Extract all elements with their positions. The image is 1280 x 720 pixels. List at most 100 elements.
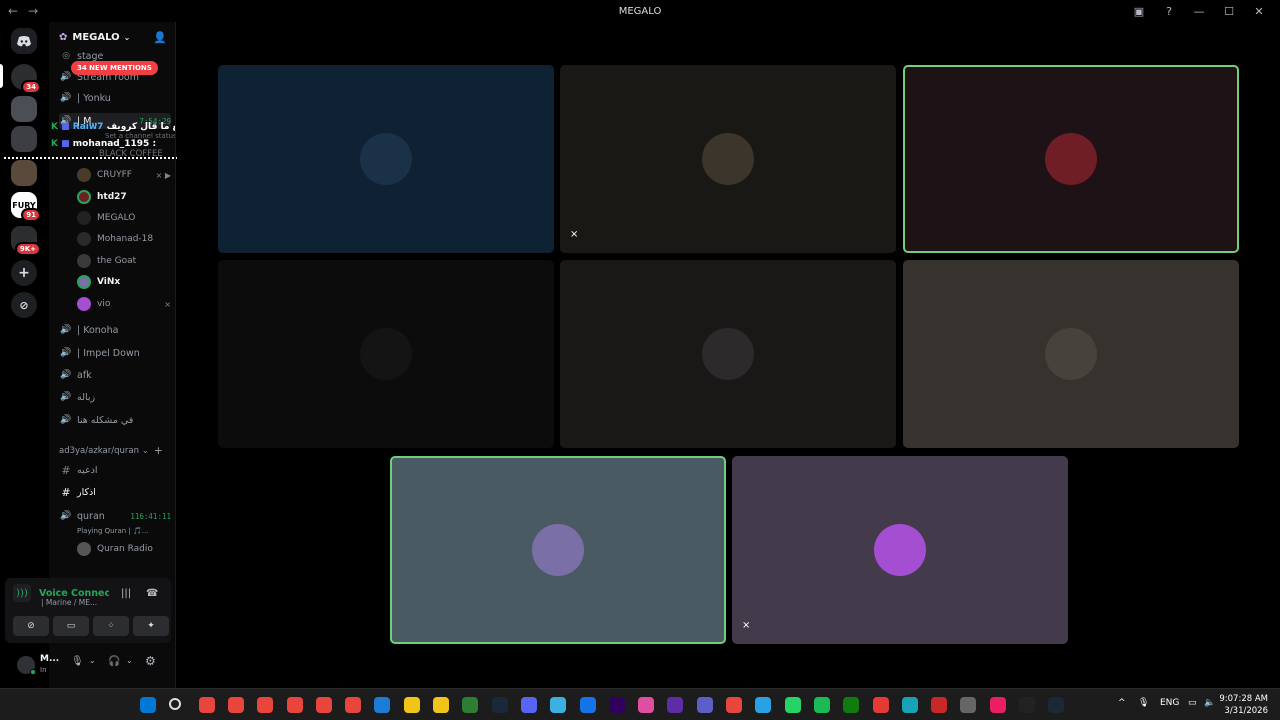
chevron-down-icon[interactable]: ⌄ xyxy=(89,656,96,665)
voice-channel-name[interactable]: | Marine / ME... xyxy=(41,598,97,607)
taskbar-app-icon[interactable] xyxy=(667,697,684,713)
channel-konoha[interactable]: 🔊 | Konoha xyxy=(59,322,171,338)
taskbar-app-icon[interactable] xyxy=(227,697,244,713)
taskbar-app-icon[interactable] xyxy=(433,697,449,713)
voice-user-quran-radio[interactable]: Quran Radio xyxy=(77,540,171,558)
disconnect-icon[interactable]: ☎ xyxy=(146,588,158,599)
voice-user-vio[interactable]: vio ⨯ xyxy=(77,295,171,313)
taskbar-app-icon[interactable] xyxy=(579,697,596,713)
channel-azkar[interactable]: # اذكار xyxy=(59,484,171,500)
server-3-icon[interactable] xyxy=(11,126,37,152)
channel-mushkila[interactable]: 🔊 في مشكله هنا xyxy=(59,412,171,428)
taskbar-app-icon[interactable] xyxy=(901,697,918,713)
taskbar-app-icon[interactable] xyxy=(872,697,889,713)
chevron-down-icon[interactable]: ⌄ xyxy=(126,656,133,665)
taskbar-app-icon[interactable] xyxy=(403,697,420,713)
taskbar-app-icon[interactable] xyxy=(520,697,537,713)
taskbar-app-icon[interactable] xyxy=(784,697,801,713)
taskbar-app-icon[interactable] xyxy=(315,697,332,713)
voice-connected-title[interactable]: Voice Connected xyxy=(39,588,109,599)
participant-tile[interactable] xyxy=(903,260,1239,448)
headphones-icon[interactable]: 🎧 xyxy=(108,656,120,667)
channel-quran[interactable]: 🔊 quran 116:41:11 xyxy=(59,508,171,524)
taskbar-app-icon[interactable] xyxy=(696,697,713,713)
taskbar-app-icon[interactable] xyxy=(550,697,567,713)
taskbar-app-icon[interactable] xyxy=(931,697,948,713)
participant-tile[interactable] xyxy=(218,260,554,448)
search-icon[interactable] xyxy=(169,698,182,710)
server-4-icon[interactable] xyxy=(11,160,37,186)
help-icon[interactable]: ? xyxy=(1162,5,1176,18)
taskbar-app-icon[interactable] xyxy=(1019,697,1035,713)
chat-overlay-line-2: K ■ mohanad_1195 : xyxy=(51,139,157,149)
participant-tile[interactable] xyxy=(218,65,554,253)
taskbar-app-icon[interactable] xyxy=(198,697,215,713)
speaker-icon: 🔊 xyxy=(60,415,72,425)
screen-share-button[interactable]: ▭ xyxy=(53,616,89,636)
voice-user-the-goat[interactable]: the Goat xyxy=(77,252,171,270)
taskbar-app-icon[interactable] xyxy=(638,697,655,713)
inbox-icon[interactable]: ▣ xyxy=(1132,5,1146,18)
participant-tile[interactable] xyxy=(390,456,726,644)
server-1-icon[interactable]: 34 xyxy=(11,64,41,94)
taskbar-app-icon[interactable] xyxy=(960,697,977,713)
camera-off-button[interactable]: ⊘ xyxy=(13,616,49,636)
voice-user-vinx[interactable]: ViNx xyxy=(77,273,171,291)
category-header[interactable]: ad3ya/azkar/quran ⌄ xyxy=(59,446,149,456)
taskbar-app-icon[interactable] xyxy=(491,697,508,713)
channel-afk[interactable]: 🔊 afk xyxy=(59,367,171,383)
voice-user-cruyff[interactable]: CRUYFF ⨯ ▶ xyxy=(77,166,171,184)
voice-user-htd27[interactable]: htd27 xyxy=(77,188,171,206)
discover-icon[interactable]: ⊘ xyxy=(11,292,37,318)
discord-home-icon[interactable] xyxy=(11,28,37,54)
taskbar-app-icon[interactable] xyxy=(989,697,1006,713)
user-name: MEGALO xyxy=(97,213,136,223)
signal-icon[interactable]: ))) xyxy=(13,584,31,602)
taskbar-app-icon[interactable] xyxy=(374,697,391,713)
server-fury-icon[interactable]: FURY 91 xyxy=(11,192,41,222)
server-2-icon[interactable] xyxy=(11,96,37,122)
channel-yonku[interactable]: 🔊 | Yonku xyxy=(59,90,171,106)
add-server-icon[interactable]: + xyxy=(11,260,37,286)
volume-icon[interactable]: 🔈 xyxy=(1204,698,1215,708)
channel-adeya[interactable]: # ادعيه xyxy=(59,462,171,478)
participant-tile[interactable] xyxy=(903,65,1239,253)
invite-icon[interactable]: 👤 xyxy=(153,31,167,44)
soundboard-button[interactable]: ✦ xyxy=(133,616,169,636)
gear-icon[interactable]: ⚙ xyxy=(145,654,156,668)
participant-tile[interactable] xyxy=(560,260,896,448)
start-icon[interactable] xyxy=(140,697,156,713)
taskbar-app-icon[interactable] xyxy=(843,697,860,713)
taskbar-app-icon[interactable] xyxy=(257,697,274,713)
tray-overflow-icon[interactable]: ^ xyxy=(1118,698,1126,708)
noise-suppression-icon[interactable]: ||| xyxy=(121,588,131,599)
server-folder-icon[interactable]: 9K+ xyxy=(11,226,41,256)
participant-tile[interactable]: ⨯ xyxy=(732,456,1068,644)
user-name[interactable]: M... xyxy=(40,654,59,664)
channel-label: | Yonku xyxy=(77,92,111,104)
taskbar-app-icon[interactable] xyxy=(462,697,479,713)
taskbar-app-icon[interactable] xyxy=(608,697,625,713)
taskbar-app-icon[interactable] xyxy=(286,697,303,713)
clock[interactable]: 9:07:28 AM 3/31/2026 xyxy=(1219,693,1268,717)
voice-user-mohanad[interactable]: Mohanad-18 xyxy=(77,230,171,248)
new-mentions-pill[interactable]: 34 NEW MENTIONS xyxy=(71,61,158,75)
language-indicator[interactable]: ENG xyxy=(1160,698,1179,708)
taskbar-app-icon[interactable] xyxy=(813,697,830,713)
voice-user-megalo[interactable]: MEGALO xyxy=(77,209,171,227)
taskbar-app-icon[interactable] xyxy=(755,697,772,713)
microphone-icon[interactable]: 🎙 xyxy=(71,656,84,667)
network-icon[interactable]: ▭ xyxy=(1188,698,1197,708)
participant-tile[interactable]: ⨯ xyxy=(560,65,896,253)
minimize-button[interactable]: — xyxy=(1192,5,1206,18)
channel-zbala[interactable]: 🔊 زباله xyxy=(59,389,171,405)
taskbar-app-icon[interactable] xyxy=(726,697,742,713)
taskbar-app-icon[interactable] xyxy=(1048,697,1065,713)
activities-button[interactable]: ⁘ xyxy=(93,616,129,636)
close-button[interactable]: ✕ xyxy=(1252,5,1266,18)
maximize-button[interactable]: ☐ xyxy=(1222,5,1236,18)
taskbar-app-icon[interactable] xyxy=(345,697,362,713)
add-channel-icon[interactable]: + xyxy=(154,444,163,457)
channel-impel-down[interactable]: 🔊 | Impel Down xyxy=(59,345,171,361)
microphone-tray-icon[interactable]: 🎙 xyxy=(1138,698,1149,708)
